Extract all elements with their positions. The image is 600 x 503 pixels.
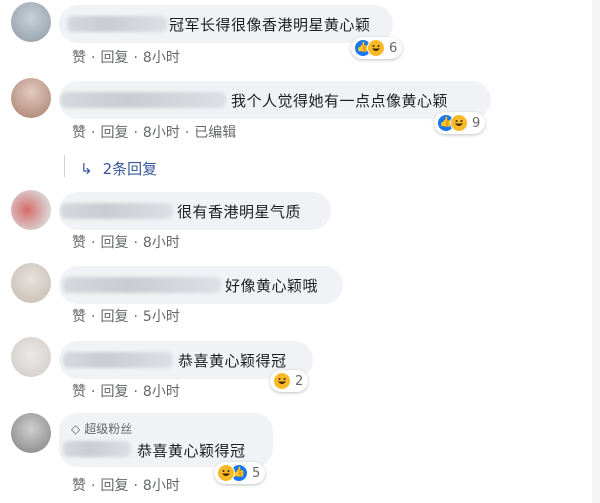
haha-reaction-icon: [450, 114, 468, 132]
comment-bubble: 我个人觉得她有一点点像黄心颖: [59, 81, 491, 119]
super-fan-badge[interactable]: ◇ 超级粉丝: [71, 420, 132, 437]
reaction-count: 5: [252, 465, 261, 481]
comment-actions: 赞 · 回复 · 8小时: [72, 47, 180, 67]
reaction-summary[interactable]: 2: [270, 370, 309, 392]
timestamp[interactable]: 8小时: [143, 122, 180, 142]
reply-arrow-icon: ↳: [80, 160, 93, 178]
comment-text: 冠军长得很像香港明星黄心颖: [169, 16, 371, 34]
like-link[interactable]: 赞: [72, 232, 86, 252]
avatar[interactable]: [11, 263, 51, 303]
scrollbar[interactable]: [592, 0, 600, 503]
commenter-name[interactable]: [61, 203, 173, 219]
reaction-summary[interactable]: 👍 9: [434, 112, 486, 134]
comment-actions: 赞 · 回复 · 5小时: [72, 306, 180, 326]
reaction-summary[interactable]: 👍 6: [351, 37, 403, 59]
edited-label[interactable]: 已编辑: [194, 122, 236, 142]
avatar[interactable]: [11, 413, 51, 453]
like-link[interactable]: 赞: [72, 47, 86, 67]
like-link[interactable]: 赞: [72, 122, 86, 142]
commenter-name[interactable]: [63, 352, 173, 368]
comment-text: 很有香港明星气质: [177, 203, 302, 221]
comment-actions: 赞 · 回复 · 8小时: [72, 232, 180, 252]
reply-link[interactable]: 回复: [100, 47, 128, 67]
commenter-name[interactable]: [67, 16, 167, 32]
view-replies-link[interactable]: ↳ 2条回复: [80, 158, 157, 179]
haha-reaction-icon: [273, 372, 291, 390]
reaction-count: 9: [472, 115, 481, 131]
avatar[interactable]: [11, 2, 51, 42]
comment-text: 好像黄心颖哦: [225, 277, 319, 295]
reaction-count: 2: [295, 373, 304, 389]
timestamp[interactable]: 8小时: [143, 475, 180, 495]
super-fan-label: 超级粉丝: [84, 422, 133, 436]
haha-reaction-icon: [367, 39, 385, 57]
reply-link[interactable]: 回复: [100, 306, 128, 326]
haha-reaction-icon: [217, 464, 235, 482]
comment-bubble: 很有香港明星气质: [59, 192, 331, 230]
reply-link[interactable]: 回复: [100, 122, 128, 142]
commenter-name[interactable]: [63, 277, 221, 293]
avatar[interactable]: [11, 190, 51, 230]
avatar[interactable]: [11, 78, 51, 118]
diamond-icon: ◇: [71, 422, 81, 436]
reaction-summary[interactable]: 👍 5: [214, 462, 266, 484]
like-link[interactable]: 赞: [72, 306, 86, 326]
timestamp[interactable]: 8小时: [143, 47, 180, 67]
comment-text: 我个人觉得她有一点点像黄心颖: [231, 92, 449, 110]
comment-actions: 赞 · 回复 · 8小时 · 已编辑: [72, 122, 236, 142]
view-replies-label: 2条回复: [102, 160, 158, 178]
reaction-count: 6: [389, 40, 398, 56]
timestamp[interactable]: 8小时: [143, 381, 180, 401]
comment-bubble: 好像黄心颖哦: [59, 266, 343, 304]
reply-link[interactable]: 回复: [100, 381, 128, 401]
comment-actions: 赞 · 回复 · 8小时: [72, 475, 180, 495]
avatar[interactable]: [11, 337, 51, 377]
timestamp[interactable]: 8小时: [143, 232, 180, 252]
timestamp[interactable]: 5小时: [143, 306, 180, 326]
reply-thread-line: [64, 155, 65, 177]
reply-link[interactable]: 回复: [100, 232, 128, 252]
comment-text: 恭喜黄心颖得冠: [137, 442, 246, 460]
comment-text: 恭喜黄心颖得冠: [178, 352, 287, 370]
like-link[interactable]: 赞: [72, 381, 86, 401]
comment-actions: 赞 · 回复 · 8小时: [72, 381, 180, 401]
like-link[interactable]: 赞: [72, 475, 86, 495]
comment-bubble: ◇ 超级粉丝 恭喜黄心颖得冠: [59, 413, 273, 467]
comment-bubble: 冠军长得很像香港明星黄心颖: [59, 5, 393, 43]
reply-link[interactable]: 回复: [100, 475, 128, 495]
commenter-name[interactable]: [63, 441, 131, 457]
commenter-name[interactable]: [61, 92, 226, 108]
